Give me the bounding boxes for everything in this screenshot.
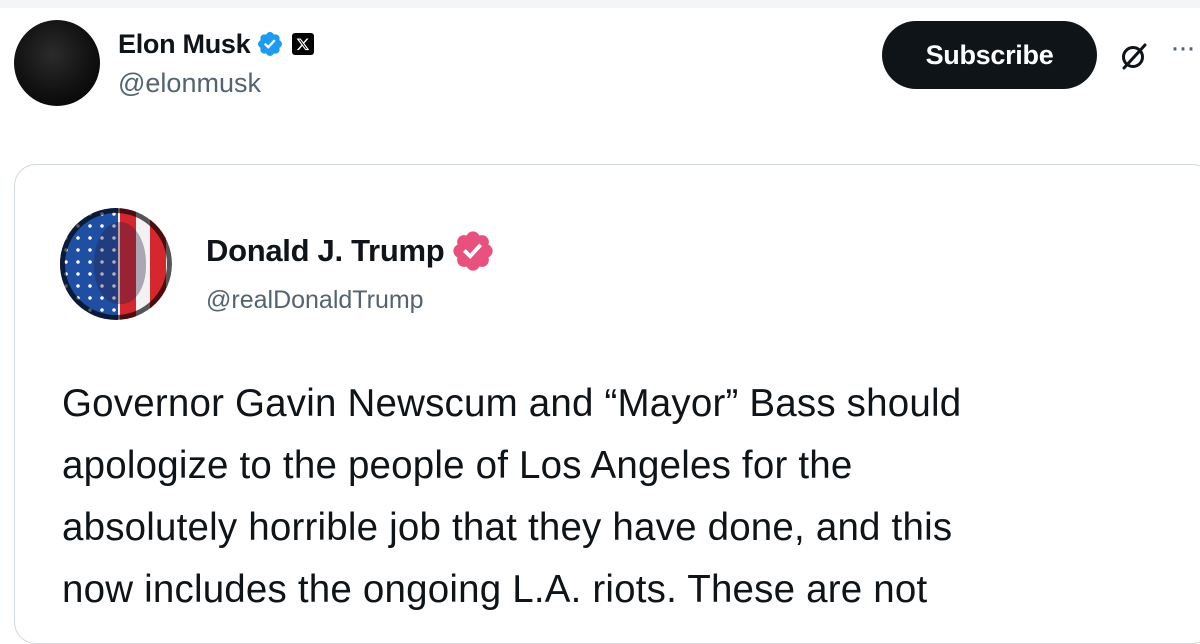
quoted-text-line: Governor Gavin Newscum and “Mayor” Bass …: [62, 382, 962, 425]
x-logo-icon: [292, 33, 315, 55]
verified-pink-badge-icon: [453, 231, 494, 271]
author-info: Elon Musk @elonmusk: [118, 26, 315, 99]
subscribe-button[interactable]: Subscribe: [882, 21, 1097, 89]
quoted-author-name[interactable]: Donald J. Trump: [206, 233, 445, 269]
quoted-author-name-row: Donald J. Trump: [206, 228, 496, 274]
grok-icon[interactable]: [1118, 40, 1150, 72]
quoted-text-line: apologize to the people of Los Angeles f…: [62, 444, 853, 487]
author-name[interactable]: Elon Musk: [118, 29, 251, 60]
more-icon[interactable]: ···: [1170, 33, 1196, 63]
author-handle[interactable]: @elonmusk: [118, 68, 314, 99]
quoted-post-text: Governor Gavin Newscum and “Mayor” Bass …: [62, 373, 1162, 621]
quoted-text-line: now includes the ongoing L.A. riots. The…: [62, 568, 928, 611]
top-divider: [0, 0, 1200, 8]
verified-badge-icon: [258, 32, 283, 56]
quoted-text-line: absolutely horrible job that they have d…: [62, 506, 953, 549]
author-avatar[interactable]: [14, 20, 100, 106]
quoted-author-avatar[interactable]: [60, 208, 172, 320]
author-name-row: Elon Musk: [118, 26, 315, 62]
avatar-ring: [60, 208, 172, 320]
quoted-author-handle[interactable]: @realDonaldTrump: [206, 286, 424, 315]
